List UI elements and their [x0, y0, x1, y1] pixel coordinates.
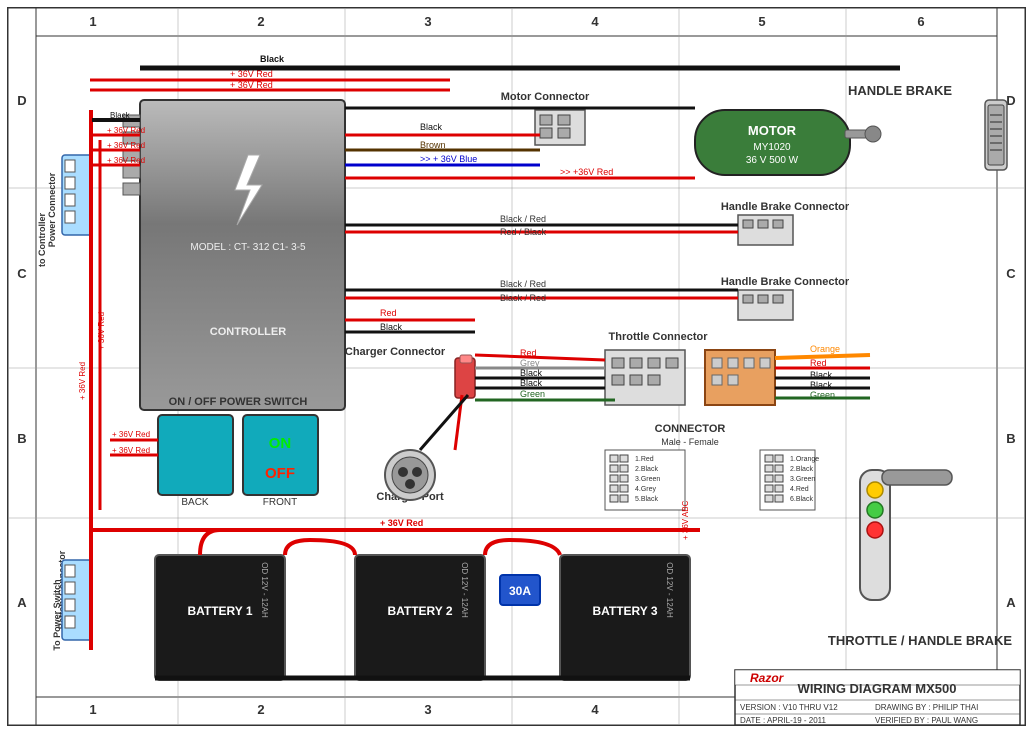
svg-text:Black: Black [520, 378, 543, 388]
svg-text:4.Grey: 4.Grey [635, 486, 657, 493]
svg-text:30A: 30A [509, 584, 531, 598]
svg-text:A: A [17, 595, 27, 610]
svg-text:BACK: BACK [181, 497, 209, 508]
svg-text:6.Black: 6.Black [790, 496, 813, 503]
svg-text:>> + 36V Blue: >> + 36V Blue [420, 154, 477, 164]
svg-text:CONTROLLER: CONTROLLER [210, 326, 286, 338]
svg-text:+ 36V Red: + 36V Red [107, 126, 145, 135]
svg-text:Red: Red [810, 358, 827, 368]
svg-text:MODEL : CT- 312 C1- 3-5: MODEL : CT- 312 C1- 3-5 [190, 242, 306, 253]
svg-text:To Power Switch: To Power Switch [52, 579, 62, 650]
svg-text:1.Orange: 1.Orange [790, 456, 819, 463]
svg-text:4: 4 [591, 702, 599, 717]
svg-text:D: D [17, 93, 26, 108]
svg-text:2: 2 [257, 702, 264, 717]
svg-text:+ 36V Red: + 36V Red [112, 446, 150, 455]
svg-text:Throttle Connector: Throttle Connector [609, 331, 709, 343]
svg-text:Black: Black [810, 370, 833, 380]
svg-text:+ 36V Red: + 36V Red [380, 518, 423, 528]
svg-text:MY1020: MY1020 [753, 142, 791, 153]
svg-text:VERIFIED BY : PAUL WANG: VERIFIED BY : PAUL WANG [875, 716, 978, 725]
svg-text:Red: Red [520, 348, 537, 358]
svg-text:Handle Brake Connector: Handle Brake Connector [721, 276, 850, 288]
svg-text:BATTERY 1: BATTERY 1 [187, 604, 252, 618]
svg-text:Black / Red: Black / Red [500, 279, 546, 289]
svg-text:Orange: Orange [810, 344, 840, 354]
svg-text:Black: Black [380, 322, 403, 332]
svg-text:OD 12V - 12AH: OD 12V - 12AH [460, 562, 469, 618]
svg-text:+ 36V ABC: + 36V ABC [681, 500, 690, 540]
svg-text:Red / Black: Red / Black [500, 227, 547, 237]
svg-text:OD 12V - 12AH: OD 12V - 12AH [665, 562, 674, 618]
svg-text:Power Connector: Power Connector [47, 172, 57, 247]
svg-text:Grey: Grey [520, 358, 540, 368]
svg-text:Motor Connector: Motor Connector [501, 91, 590, 103]
svg-text:Razor: Razor [750, 671, 785, 685]
svg-text:+ 36V Red: + 36V Red [78, 362, 87, 400]
svg-text:VERSION : V10 THRU V12: VERSION : V10 THRU V12 [740, 703, 838, 712]
svg-text:C: C [1006, 266, 1016, 281]
svg-text:2.Black: 2.Black [635, 466, 658, 473]
svg-text:ON: ON [269, 435, 292, 452]
svg-text:Black: Black [110, 111, 131, 120]
svg-text:OD 12V - 12AH: OD 12V - 12AH [260, 562, 269, 618]
svg-text:+ 36V Red: + 36V Red [112, 430, 150, 439]
svg-text:+ 36V Red: + 36V Red [97, 312, 106, 350]
svg-text:Black: Black [520, 368, 543, 378]
svg-text:MOTOR: MOTOR [748, 123, 797, 138]
svg-text:Brown: Brown [420, 140, 446, 150]
svg-text:Handle Brake Connector: Handle Brake Connector [721, 201, 850, 213]
svg-text:Black: Black [810, 380, 833, 390]
svg-text:DATE : APRIL-19 - 2011: DATE : APRIL-19 - 2011 [740, 716, 827, 725]
svg-text:BATTERY 2: BATTERY 2 [387, 604, 452, 618]
svg-text:HANDLE BRAKE: HANDLE BRAKE [848, 83, 952, 98]
svg-text:>> +36V Red: >> +36V Red [560, 167, 613, 177]
svg-text:FRONT: FRONT [263, 497, 297, 508]
svg-text:Charger Connector: Charger Connector [345, 346, 446, 358]
svg-text:3: 3 [424, 702, 431, 717]
svg-text:+ 36V Red: + 36V Red [107, 141, 145, 150]
svg-text:2.Black: 2.Black [790, 466, 813, 473]
svg-text:3.Green: 3.Green [790, 476, 815, 483]
svg-text:+ 36V Red: + 36V Red [230, 69, 273, 79]
svg-text:+ 36V Red: + 36V Red [107, 156, 145, 165]
svg-text:Male - Female: Male - Female [661, 437, 719, 447]
svg-text:36 V 500 W: 36 V 500 W [746, 155, 799, 166]
svg-text:A: A [1006, 595, 1016, 610]
svg-text:OFF: OFF [265, 465, 295, 482]
svg-text:BATTERY 3: BATTERY 3 [592, 604, 657, 618]
svg-text:B: B [17, 431, 26, 446]
svg-text:3: 3 [424, 14, 431, 29]
diagram-container: 1 2 3 4 5 6 1 2 3 4 5 6 D C B A D C B A [0, 0, 1033, 733]
svg-text:B: B [1006, 431, 1015, 446]
svg-text:to Controller: to Controller [37, 213, 47, 267]
svg-text:3.Green: 3.Green [635, 476, 660, 483]
svg-text:Red: Red [380, 308, 397, 318]
svg-text:Green: Green [520, 389, 545, 399]
svg-text:6: 6 [917, 14, 924, 29]
svg-text:THROTTLE / HANDLE BRAKE: THROTTLE / HANDLE BRAKE [828, 633, 1012, 648]
svg-text:1: 1 [89, 702, 96, 717]
svg-text:1: 1 [89, 14, 96, 29]
svg-text:C: C [17, 266, 27, 281]
svg-text:1.Red: 1.Red [635, 456, 654, 463]
svg-text:ON / OFF POWER SWITCH: ON / OFF POWER SWITCH [169, 396, 308, 408]
svg-text:Black / Red: Black / Red [500, 293, 546, 303]
svg-text:5: 5 [758, 14, 765, 29]
svg-text:Black: Black [420, 122, 443, 132]
svg-text:4: 4 [591, 14, 599, 29]
svg-text:WIRING DIAGRAM MX500: WIRING DIAGRAM MX500 [798, 681, 957, 696]
svg-text:4.Red: 4.Red [790, 486, 809, 493]
svg-text:CONNECTOR: CONNECTOR [655, 423, 726, 435]
svg-text:5.Black: 5.Black [635, 496, 658, 503]
svg-text:+ 36V Red: + 36V Red [230, 80, 273, 90]
svg-text:Green: Green [810, 390, 835, 400]
svg-text:2: 2 [257, 14, 264, 29]
svg-text:Black / Red: Black / Red [500, 214, 546, 224]
svg-text:Black: Black [260, 54, 285, 64]
svg-text:DRAWING BY : PHILIP THAI: DRAWING BY : PHILIP THAI [875, 703, 978, 712]
